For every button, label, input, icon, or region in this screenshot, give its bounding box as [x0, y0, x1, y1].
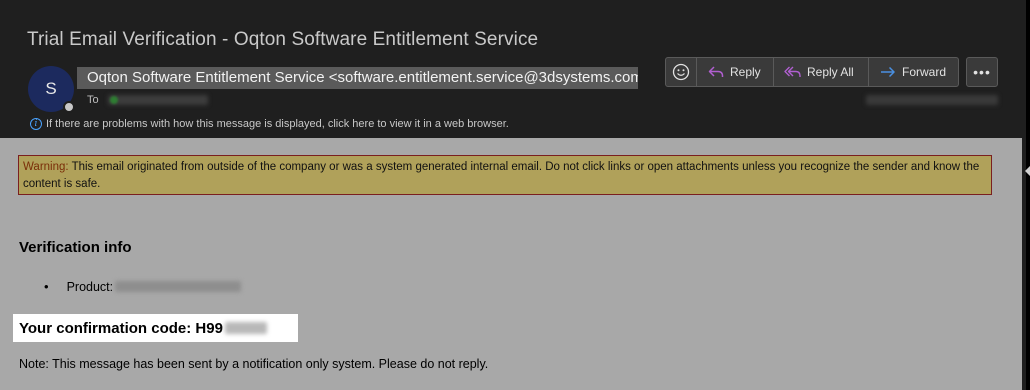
product-list-item: • Product:	[44, 279, 242, 294]
message-body: Warning: This email originated from outs…	[0, 138, 1022, 390]
product-label: Product:	[66, 279, 114, 294]
reply-all-button[interactable]: Reply All	[774, 57, 869, 87]
scroll-indicator-icon[interactable]	[1025, 166, 1030, 176]
window-edge	[1026, 0, 1030, 390]
confirmation-code-redacted	[224, 322, 267, 334]
more-icon: •••	[973, 64, 991, 80]
forward-label: Forward	[902, 65, 947, 79]
reply-all-icon	[784, 63, 802, 81]
reply-button[interactable]: Reply	[697, 57, 774, 87]
forward-button[interactable]: Forward	[869, 57, 959, 87]
recipient-presence-icon	[110, 96, 118, 104]
confirmation-code-box: Your confirmation code: H99	[13, 314, 298, 342]
warning-text: This email originated from outside of th…	[23, 161, 980, 190]
verification-heading: Verification info	[19, 239, 132, 256]
reply-icon	[707, 63, 725, 81]
presence-status-icon	[63, 101, 75, 113]
info-icon: i	[30, 118, 42, 130]
external-warning-banner: Warning: This email originated from outs…	[18, 155, 992, 195]
recipient-name-redacted[interactable]	[108, 95, 208, 105]
reaction-button[interactable]	[665, 57, 697, 87]
forward-icon	[879, 63, 897, 81]
confirmation-code-label: Your confirmation code: H99	[19, 319, 223, 337]
message-action-bar: Reply Reply All Forward	[665, 57, 959, 87]
avatar-initial: S	[45, 79, 57, 98]
reply-all-label: Reply All	[807, 65, 854, 79]
product-name-redacted	[115, 281, 242, 292]
more-actions-button[interactable]: •••	[966, 57, 998, 87]
emoji-icon	[672, 63, 690, 81]
notification-note: Note: This message has been sent by a no…	[19, 357, 489, 371]
sender-address[interactable]: Oqton Software Entitlement Service <soft…	[77, 67, 638, 89]
reply-label: Reply	[730, 65, 761, 79]
warning-label: Warning:	[23, 161, 69, 173]
display-problem-text: If there are problems with how this mess…	[46, 118, 509, 130]
to-label: To	[87, 94, 99, 106]
received-date-redacted	[866, 95, 998, 105]
bullet: •	[44, 279, 49, 294]
display-problem-notice[interactable]: i If there are problems with how this me…	[30, 118, 509, 130]
message-subject: Trial Email Verification - Oqton Softwar…	[27, 29, 539, 50]
